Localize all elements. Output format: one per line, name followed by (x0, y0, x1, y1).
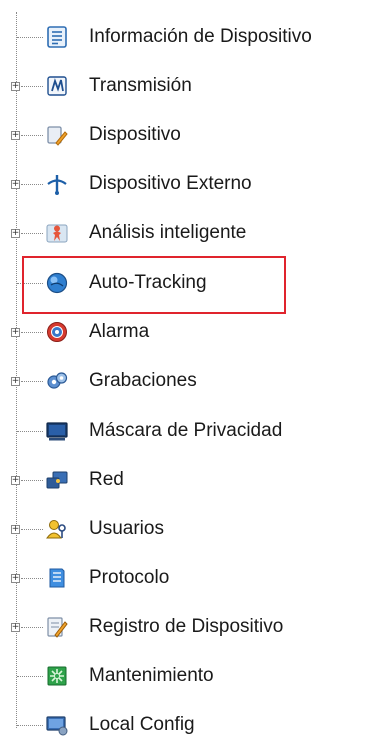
tree-item-mascara-de-privacidad[interactable]: Máscara de Privacidad (0, 411, 380, 451)
tree-item-label: Protocolo (89, 567, 170, 588)
expand-plus-icon[interactable]: + (11, 229, 20, 238)
tree-branch-line (17, 37, 43, 38)
users-key-icon (46, 518, 68, 540)
settings-tree: Información de Dispositivo + Transmisión… (0, 0, 380, 738)
tree-item-label: Información de Dispositivo (89, 26, 312, 47)
tree-branch-line (21, 184, 43, 185)
maintenance-icon (46, 665, 68, 687)
tree-branch-line (17, 725, 43, 726)
network-icon (46, 469, 68, 491)
tree-branch-line (21, 233, 43, 234)
video-stream-icon (46, 75, 68, 97)
external-device-icon (46, 173, 68, 195)
expand-plus-icon[interactable]: + (11, 574, 20, 583)
tree-branch-line (21, 627, 43, 628)
tree-branch-line (17, 676, 43, 677)
tree-branch-line (21, 578, 43, 579)
tree-branch-line (21, 529, 43, 530)
tree-item-red[interactable]: + Red (0, 460, 380, 500)
tree-item-label: Grabaciones (89, 370, 197, 391)
person-analytics-icon (46, 222, 68, 244)
expand-plus-icon[interactable]: + (11, 476, 20, 485)
expand-plus-icon[interactable]: + (11, 525, 20, 534)
log-pencil-icon (46, 616, 68, 638)
local-config-icon (46, 714, 68, 736)
tree-branch-line (21, 480, 43, 481)
tree-item-label: Local Config (89, 714, 195, 735)
tree-item-label: Mantenimiento (89, 665, 214, 686)
tree-item-transmision[interactable]: + Transmisión (0, 66, 380, 106)
tree-item-label: Dispositivo Externo (89, 173, 252, 194)
tree-item-label: Registro de Dispositivo (89, 616, 284, 637)
alarm-icon (46, 321, 68, 343)
protocol-book-icon (46, 567, 68, 589)
tree-branch-line (21, 332, 43, 333)
expand-plus-icon[interactable]: + (11, 180, 20, 189)
monitor-mask-icon (46, 420, 68, 442)
tree-item-label: Transmisión (89, 75, 192, 96)
tree-branch-line (21, 86, 43, 87)
tree-item-dispositivo[interactable]: + Dispositivo (0, 115, 380, 155)
expand-plus-icon[interactable]: + (11, 623, 20, 632)
tree-item-label: Máscara de Privacidad (89, 420, 283, 441)
document-list-icon (46, 26, 68, 48)
tree-item-label: Usuarios (89, 518, 164, 539)
tree-item-protocolo[interactable]: + Protocolo (0, 558, 380, 598)
tree-branch-line (21, 135, 43, 136)
tree-item-registro-de-dispositivo[interactable]: + Registro de Dispositivo (0, 607, 380, 647)
tree-item-mantenimiento[interactable]: Mantenimiento (0, 656, 380, 696)
tree-item-label: Alarma (89, 321, 150, 342)
tree-item-label: Dispositivo (89, 124, 181, 145)
tree-item-label: Red (89, 469, 124, 490)
tree-item-dispositivo-externo[interactable]: + Dispositivo Externo (0, 164, 380, 204)
device-settings-icon (46, 124, 68, 146)
tree-branch-line (17, 431, 43, 432)
selection-highlight (22, 256, 286, 314)
expand-plus-icon[interactable]: + (11, 82, 20, 91)
expand-plus-icon[interactable]: + (11, 328, 20, 337)
recordings-gear-icon (46, 370, 68, 392)
tree-item-local-config[interactable]: Local Config (0, 705, 380, 745)
tree-item-grabaciones[interactable]: + Grabaciones (0, 361, 380, 401)
tree-item-informacion-de-dispositivo[interactable]: Información de Dispositivo (0, 17, 380, 57)
tree-item-label: Análisis inteligente (89, 222, 247, 243)
tree-item-analisis-inteligente[interactable]: + Análisis inteligente (0, 213, 380, 253)
tree-branch-line (21, 381, 43, 382)
expand-plus-icon[interactable]: + (11, 377, 20, 386)
expand-plus-icon[interactable]: + (11, 131, 20, 140)
tree-item-alarma[interactable]: + Alarma (0, 312, 380, 352)
tree-item-usuarios[interactable]: + Usuarios (0, 509, 380, 549)
